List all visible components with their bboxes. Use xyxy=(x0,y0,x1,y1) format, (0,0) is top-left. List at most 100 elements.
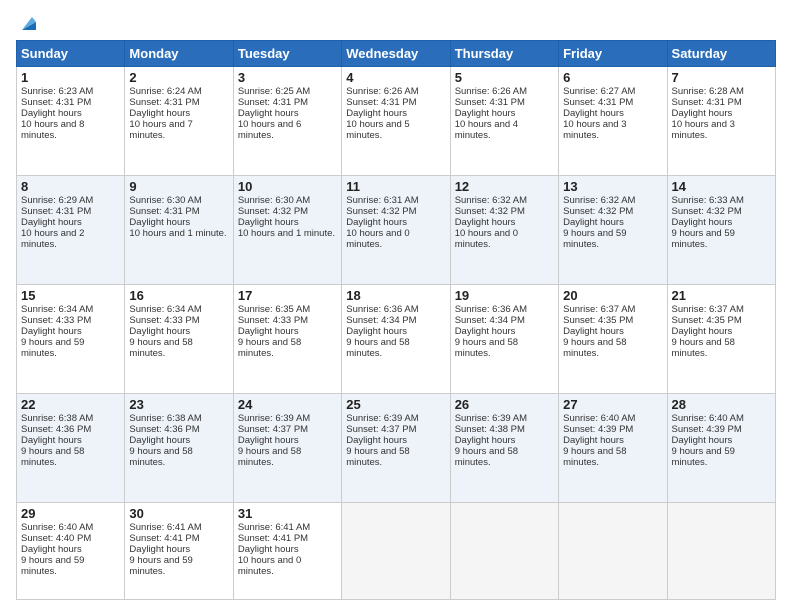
daylight-value: 10 hours and 0 minutes. xyxy=(455,228,518,250)
table-row: 12 Sunrise: 6:32 AM Sunset: 4:32 PM Dayl… xyxy=(450,176,558,285)
sunrise-label: Sunrise: 6:33 AM xyxy=(672,195,744,206)
daylight-label: Daylight hours xyxy=(455,326,516,337)
sunrise-label: Sunrise: 6:23 AM xyxy=(21,86,93,97)
sunset-label: Sunset: 4:33 PM xyxy=(129,315,199,326)
daylight-label: Daylight hours xyxy=(672,217,733,228)
daylight-label: Daylight hours xyxy=(563,108,624,119)
day-number: 23 xyxy=(129,397,228,412)
daylight-value: 9 hours and 58 minutes. xyxy=(238,337,301,359)
daylight-value: 10 hours and 8 minutes. xyxy=(21,119,84,141)
sunrise-label: Sunrise: 6:25 AM xyxy=(238,86,310,97)
day-number: 22 xyxy=(21,397,120,412)
day-number: 12 xyxy=(455,179,554,194)
sunset-label: Sunset: 4:31 PM xyxy=(129,206,199,217)
daylight-label: Daylight hours xyxy=(672,108,733,119)
daylight-value: 10 hours and 4 minutes. xyxy=(455,119,518,141)
day-number: 8 xyxy=(21,179,120,194)
sunset-label: Sunset: 4:35 PM xyxy=(672,315,742,326)
daylight-value: 10 hours and 3 minutes. xyxy=(672,119,735,141)
table-row xyxy=(450,503,558,600)
day-number: 20 xyxy=(563,288,662,303)
daylight-label: Daylight hours xyxy=(563,435,624,446)
daylight-value: 9 hours and 59 minutes. xyxy=(672,228,735,250)
table-row: 10 Sunrise: 6:30 AM Sunset: 4:32 PM Dayl… xyxy=(233,176,341,285)
daylight-label: Daylight hours xyxy=(129,544,190,555)
day-number: 19 xyxy=(455,288,554,303)
day-number: 16 xyxy=(129,288,228,303)
sunrise-label: Sunrise: 6:31 AM xyxy=(346,195,418,206)
day-number: 18 xyxy=(346,288,445,303)
table-row: 14 Sunrise: 6:33 AM Sunset: 4:32 PM Dayl… xyxy=(667,176,775,285)
daylight-value: 9 hours and 58 minutes. xyxy=(346,337,409,359)
daylight-label: Daylight hours xyxy=(129,217,190,228)
day-number: 29 xyxy=(21,506,120,521)
daylight-label: Daylight hours xyxy=(346,326,407,337)
day-number: 11 xyxy=(346,179,445,194)
sunrise-label: Sunrise: 6:29 AM xyxy=(21,195,93,206)
sunset-label: Sunset: 4:31 PM xyxy=(455,97,525,108)
day-number: 5 xyxy=(455,70,554,85)
table-row: 19 Sunrise: 6:36 AM Sunset: 4:34 PM Dayl… xyxy=(450,285,558,394)
daylight-label: Daylight hours xyxy=(21,544,82,555)
page: Sunday Monday Tuesday Wednesday Thursday… xyxy=(0,0,792,612)
table-row: 5 Sunrise: 6:26 AM Sunset: 4:31 PM Dayli… xyxy=(450,67,558,176)
daylight-label: Daylight hours xyxy=(238,544,299,555)
table-row: 28 Sunrise: 6:40 AM Sunset: 4:39 PM Dayl… xyxy=(667,394,775,503)
daylight-label: Daylight hours xyxy=(21,326,82,337)
sunset-label: Sunset: 4:31 PM xyxy=(563,97,633,108)
sunset-label: Sunset: 4:32 PM xyxy=(563,206,633,217)
daylight-value: 9 hours and 58 minutes. xyxy=(455,446,518,468)
calendar-header-row: Sunday Monday Tuesday Wednesday Thursday… xyxy=(17,41,776,67)
daylight-value: 10 hours and 2 minutes. xyxy=(21,228,84,250)
day-number: 21 xyxy=(672,288,771,303)
table-row: 16 Sunrise: 6:34 AM Sunset: 4:33 PM Dayl… xyxy=(125,285,233,394)
day-number: 28 xyxy=(672,397,771,412)
sunrise-label: Sunrise: 6:41 AM xyxy=(238,522,310,533)
sunset-label: Sunset: 4:32 PM xyxy=(238,206,308,217)
header xyxy=(16,12,776,32)
sunset-label: Sunset: 4:41 PM xyxy=(129,533,199,544)
sunrise-label: Sunrise: 6:34 AM xyxy=(21,304,93,315)
sunset-label: Sunset: 4:38 PM xyxy=(455,424,525,435)
daylight-label: Daylight hours xyxy=(21,217,82,228)
table-row: 1 Sunrise: 6:23 AM Sunset: 4:31 PM Dayli… xyxy=(17,67,125,176)
day-number: 1 xyxy=(21,70,120,85)
daylight-label: Daylight hours xyxy=(563,217,624,228)
col-saturday: Saturday xyxy=(667,41,775,67)
table-row: 7 Sunrise: 6:28 AM Sunset: 4:31 PM Dayli… xyxy=(667,67,775,176)
table-row: 13 Sunrise: 6:32 AM Sunset: 4:32 PM Dayl… xyxy=(559,176,667,285)
sunrise-label: Sunrise: 6:28 AM xyxy=(672,86,744,97)
day-number: 7 xyxy=(672,70,771,85)
daylight-label: Daylight hours xyxy=(238,217,299,228)
daylight-value: 10 hours and 5 minutes. xyxy=(346,119,409,141)
sunset-label: Sunset: 4:39 PM xyxy=(563,424,633,435)
table-row: 20 Sunrise: 6:37 AM Sunset: 4:35 PM Dayl… xyxy=(559,285,667,394)
table-row: 24 Sunrise: 6:39 AM Sunset: 4:37 PM Dayl… xyxy=(233,394,341,503)
sunset-label: Sunset: 4:35 PM xyxy=(563,315,633,326)
sunrise-label: Sunrise: 6:38 AM xyxy=(21,413,93,424)
table-row: 29 Sunrise: 6:40 AM Sunset: 4:40 PM Dayl… xyxy=(17,503,125,600)
sunset-label: Sunset: 4:37 PM xyxy=(238,424,308,435)
table-row xyxy=(667,503,775,600)
col-tuesday: Tuesday xyxy=(233,41,341,67)
sunset-label: Sunset: 4:32 PM xyxy=(672,206,742,217)
daylight-label: Daylight hours xyxy=(21,435,82,446)
day-number: 14 xyxy=(672,179,771,194)
sunset-label: Sunset: 4:33 PM xyxy=(21,315,91,326)
daylight-value: 9 hours and 59 minutes. xyxy=(21,555,84,577)
table-row: 27 Sunrise: 6:40 AM Sunset: 4:39 PM Dayl… xyxy=(559,394,667,503)
sunset-label: Sunset: 4:36 PM xyxy=(129,424,199,435)
sunset-label: Sunset: 4:31 PM xyxy=(238,97,308,108)
sunset-label: Sunset: 4:37 PM xyxy=(346,424,416,435)
sunset-label: Sunset: 4:31 PM xyxy=(672,97,742,108)
sunset-label: Sunset: 4:31 PM xyxy=(21,97,91,108)
calendar: Sunday Monday Tuesday Wednesday Thursday… xyxy=(16,40,776,600)
daylight-value: 9 hours and 58 minutes. xyxy=(563,446,626,468)
daylight-label: Daylight hours xyxy=(238,326,299,337)
daylight-value: 10 hours and 6 minutes. xyxy=(238,119,301,141)
day-number: 17 xyxy=(238,288,337,303)
sunset-label: Sunset: 4:32 PM xyxy=(346,206,416,217)
daylight-value: 10 hours and 0 minutes. xyxy=(238,555,301,577)
col-wednesday: Wednesday xyxy=(342,41,450,67)
sunrise-label: Sunrise: 6:39 AM xyxy=(455,413,527,424)
